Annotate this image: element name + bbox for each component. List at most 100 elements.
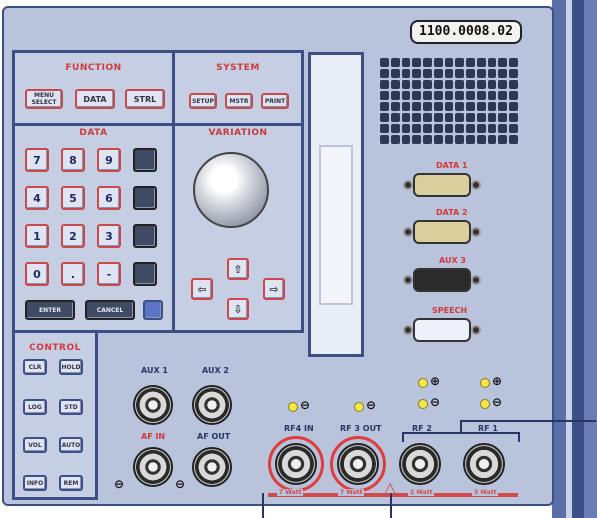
rf4-arrow-icon: ⊖	[300, 398, 311, 412]
control-title: CONTROL	[29, 343, 81, 353]
variation-left-button[interactable]: ⇦	[191, 278, 213, 300]
data1-connector[interactable]	[403, 173, 481, 197]
digit-2-key[interactable]: 2	[61, 224, 85, 248]
variation-right-button[interactable]: ⇨	[263, 278, 285, 300]
variation-title: VARIATION	[208, 128, 268, 138]
function-title: FUNCTION	[65, 63, 122, 73]
vol-button[interactable]: VOL	[23, 437, 47, 453]
cancel-button[interactable]: CANCEL	[85, 300, 135, 320]
unit-key[interactable]	[133, 224, 157, 248]
rf1-connector[interactable]	[463, 443, 505, 485]
screw-icon	[471, 227, 481, 237]
screw-icon	[471, 180, 481, 190]
digit-6-key[interactable]: 6	[97, 186, 121, 210]
variation-knob[interactable]	[193, 152, 269, 228]
digit-8-key[interactable]: 8	[61, 148, 85, 172]
variation-up-button[interactable]: ⇧	[227, 258, 249, 280]
digit-3-key[interactable]: 3	[97, 224, 121, 248]
function-section: FUNCTION MENU SELECT DATA STRL	[12, 50, 175, 126]
screw-icon	[403, 180, 413, 190]
mstr-button[interactable]: MSTR	[225, 93, 253, 109]
data2-connector[interactable]	[403, 220, 481, 244]
minus-key[interactable]: -	[97, 262, 121, 286]
screw-icon	[403, 275, 413, 285]
rf3-out-connector[interactable]	[337, 443, 379, 485]
rf4-rating: 7 Watt	[277, 489, 304, 496]
auto-button[interactable]: AUTO	[59, 437, 83, 453]
rf3-led	[354, 402, 364, 412]
rf1-led-a	[480, 378, 490, 388]
digit-7-key[interactable]: 7	[25, 148, 49, 172]
data-section: DATA 7 8 9 4 5 6 1 2 3 0 . - ENTER CANCE…	[12, 123, 175, 333]
menu-select-button[interactable]: MENU SELECT	[25, 89, 63, 109]
hold-button[interactable]: HOLD	[59, 359, 83, 375]
callout-line	[390, 493, 392, 518]
rf-bracket	[518, 432, 520, 442]
aux2-connector[interactable]	[192, 385, 232, 425]
af-out-label: AF OUT	[197, 432, 231, 441]
digit-9-key[interactable]: 9	[97, 148, 121, 172]
speech-label: SPEECH	[432, 306, 468, 315]
screw-icon	[471, 325, 481, 335]
speech-connector[interactable]	[403, 318, 481, 342]
aux1-label: AUX 1	[141, 366, 168, 375]
side-rail	[552, 0, 566, 518]
screw-icon	[403, 227, 413, 237]
rf2-connector[interactable]	[399, 443, 441, 485]
rf2-led-b	[418, 399, 428, 409]
digit-5-key[interactable]: 5	[61, 186, 85, 210]
control-section: CONTROL CLR HOLD LOG STD VOL AUTO INFO R…	[12, 330, 98, 500]
aux1-connector[interactable]	[133, 385, 173, 425]
module-slot	[308, 52, 364, 357]
unit-key[interactable]	[133, 186, 157, 210]
speaker-grille	[380, 58, 518, 150]
info-button[interactable]: INFO	[23, 475, 47, 491]
rf-bracket	[402, 432, 520, 434]
rem-button[interactable]: REM	[59, 475, 83, 491]
aux3-connector[interactable]	[403, 268, 481, 292]
rf1-arrow-icon: ⊕	[492, 374, 503, 388]
setup-button[interactable]: SETUP	[189, 93, 217, 109]
strl-button[interactable]: STRL	[125, 89, 165, 109]
variation-down-button[interactable]: ⇩	[227, 298, 249, 320]
aux2-label: AUX 2	[202, 366, 229, 375]
rf4-in-connector[interactable]	[275, 443, 317, 485]
screw-icon	[471, 275, 481, 285]
std-button[interactable]: STD	[59, 399, 83, 415]
log-button[interactable]: LOG	[23, 399, 47, 415]
rf4-led	[288, 402, 298, 412]
blue-key[interactable]	[143, 300, 163, 320]
data-title: DATA	[79, 128, 108, 138]
rf1-arrow-icon: ⊖	[492, 395, 503, 409]
system-section: SYSTEM SETUP MSTR PRINT	[172, 50, 304, 126]
clr-button[interactable]: CLR	[23, 359, 47, 375]
input-arrow-icon: ⊖	[114, 477, 125, 491]
digit-0-key[interactable]: 0	[25, 262, 49, 286]
af-out-connector[interactable]	[192, 447, 232, 487]
data2-label: DATA 2	[436, 208, 468, 217]
rf1-led-b	[480, 399, 490, 409]
rf3-rating: 7 Watt	[338, 489, 365, 496]
rf3-out-label: RF 3 OUT	[340, 424, 382, 433]
digit-4-key[interactable]: 4	[25, 186, 49, 210]
rf2-rating: 2 Watt	[408, 489, 435, 496]
side-rail	[584, 0, 597, 518]
digit-1-key[interactable]: 1	[25, 224, 49, 248]
unit-key[interactable]	[133, 148, 157, 172]
unit-key[interactable]	[133, 262, 157, 286]
side-rail	[572, 0, 584, 518]
rf4-in-label: RF4 IN	[284, 424, 314, 433]
rf2-led-a	[418, 378, 428, 388]
decimal-point-key[interactable]: .	[61, 262, 85, 286]
output-arrow-icon: ⊖	[175, 477, 186, 491]
enter-button[interactable]: ENTER	[25, 300, 75, 320]
rf1-rating: 3 Watt	[472, 489, 499, 496]
rf2-arrow-icon: ⊕	[430, 374, 441, 388]
af-in-label: AF IN	[141, 432, 166, 441]
af-in-connector[interactable]	[133, 447, 173, 487]
screw-icon	[403, 325, 413, 335]
print-button[interactable]: PRINT	[261, 93, 289, 109]
callout-line	[460, 420, 596, 422]
data-button[interactable]: DATA	[75, 89, 115, 109]
rf2-arrow-icon: ⊖	[430, 395, 441, 409]
